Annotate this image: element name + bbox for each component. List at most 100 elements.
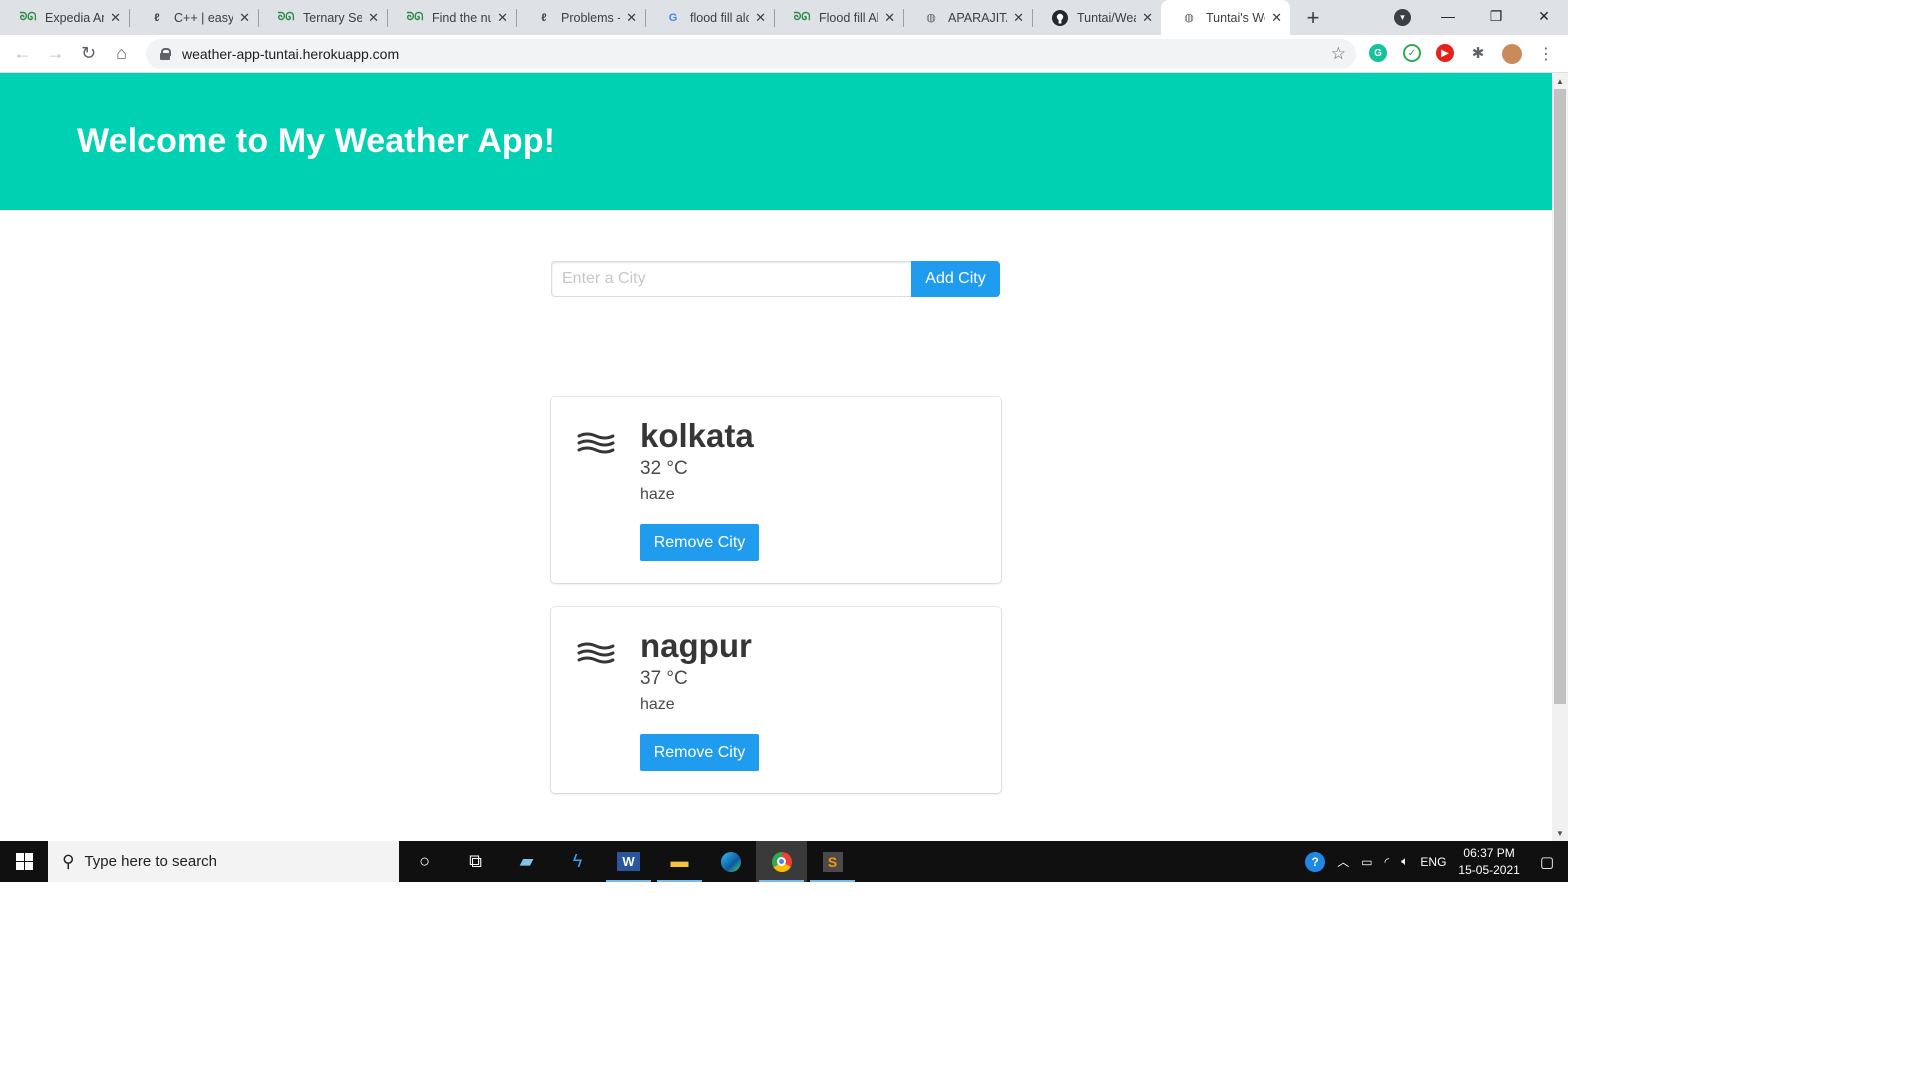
remove-city-button[interactable]: Remove City <box>640 734 759 771</box>
battery-icon[interactable]: ▭ <box>1361 855 1372 869</box>
chrome-browser-icon[interactable] <box>756 841 807 882</box>
browser-tab[interactable]: ℓ C++ | easy ✕ <box>129 0 258 35</box>
close-icon[interactable]: ✕ <box>368 10 379 26</box>
visual-studio-icon[interactable]: ϟ <box>552 841 603 882</box>
city-temperature: 32 °C <box>640 458 688 479</box>
close-icon[interactable]: ✕ <box>1271 10 1282 26</box>
search-icon: ⚲ <box>62 851 75 871</box>
haze-icon <box>577 432 615 454</box>
word-app-icon[interactable]: W <box>603 841 654 882</box>
check-extension-icon[interactable]: ✓ <box>1403 44 1421 62</box>
address-bar[interactable]: weather-app-tuntai.herokuapp.com ☆ <box>146 39 1356 69</box>
youtube-extension-icon[interactable]: ▶ <box>1436 44 1454 62</box>
close-icon[interactable]: ✕ <box>1142 10 1153 26</box>
close-icon[interactable]: ✕ <box>110 10 121 26</box>
taskbar-search-placeholder: Type here to search <box>84 853 218 870</box>
remove-city-button[interactable]: Remove City <box>640 524 759 561</box>
edge-browser-icon[interactable] <box>705 841 756 882</box>
browser-tab[interactable]: ℓ Problems - ✕ <box>516 0 645 35</box>
browser-tab[interactable]: ᘐᘏ Find the nu ✕ <box>387 0 516 35</box>
tab-title: Find the nu <box>432 10 492 25</box>
notepad-app-icon[interactable]: ▰ <box>501 841 552 882</box>
city-temperature: 37 °C <box>640 668 688 689</box>
restore-button[interactable]: ❐ <box>1472 0 1520 32</box>
weather-description: haze <box>640 696 675 713</box>
github-icon <box>1052 9 1068 26</box>
browser-tab[interactable]: ᘐᘏ Expedia Ar ✕ <box>0 0 129 35</box>
page-title: Welcome to My Weather App! <box>77 122 556 160</box>
taskbar-clock[interactable]: 06:37 PM 15-05-2021 <box>1458 845 1519 879</box>
scrollbar-thumb[interactable] <box>1554 89 1566 704</box>
language-indicator[interactable]: ENG <box>1420 855 1446 869</box>
windows-logo-icon <box>15 853 33 870</box>
scroll-down-arrow-icon[interactable]: ▼ <box>1552 825 1568 841</box>
browser-tab[interactable]: Tuntai/Wea ✕ <box>1032 0 1161 35</box>
help-icon[interactable]: ? <box>1305 851 1326 872</box>
new-tab-button[interactable]: + <box>1298 0 1328 35</box>
tab-title: APARAJITA <box>948 10 1007 25</box>
browser-tab[interactable]: ◍ APARAJITA ✕ <box>903 0 1032 35</box>
browser-tab[interactable]: G flood fill alc ✕ <box>645 0 774 35</box>
home-button[interactable]: ⌂ <box>105 39 138 69</box>
window-controls: — ❐ ✕ <box>1424 0 1568 32</box>
back-button[interactable]: ← <box>6 39 39 69</box>
clock-date: 15-05-2021 <box>1458 862 1520 877</box>
browser-tab[interactable]: ᘐᘏ Flood fill Al ✕ <box>774 0 903 35</box>
tab-title: Ternary Sea <box>303 10 363 25</box>
bookmark-star-icon[interactable]: ☆ <box>1331 44 1346 64</box>
tab-title: C++ | easy <box>174 10 234 25</box>
weather-description: haze <box>640 486 675 503</box>
sublime-text-icon[interactable]: S <box>807 841 858 882</box>
volume-icon[interactable]: 🔈︎ <box>1401 854 1408 869</box>
globe-icon: ◍ <box>1184 12 1194 24</box>
cortana-icon[interactable]: ○ <box>399 841 450 882</box>
windows-start-button[interactable] <box>0 841 48 882</box>
city-name: nagpur <box>640 627 752 664</box>
tab-title: Problems - <box>561 10 621 25</box>
url-text: weather-app-tuntai.herokuapp.com <box>182 46 400 62</box>
close-icon[interactable]: ✕ <box>497 10 508 26</box>
page-viewport: Welcome to My Weather App! Add City kolk… <box>0 73 1552 841</box>
notifications-icon[interactable]: ▢ <box>1540 853 1554 871</box>
tab-search-icon[interactable]: ▾ <box>1394 9 1411 26</box>
google-icon: G <box>668 11 678 24</box>
close-icon[interactable]: ✕ <box>239 10 250 26</box>
gfg-icon: ᘐᘏ <box>793 11 811 23</box>
gfg-icon: ᘐᘏ <box>277 11 295 23</box>
browser-tab[interactable]: ᘐᘏ Ternary Sea ✕ <box>258 0 387 35</box>
browser-tab-active[interactable]: ◍ Tuntai's We ✕ <box>1161 0 1290 35</box>
chevron-up-icon[interactable]: ︿ <box>1337 853 1349 870</box>
windows-taskbar: ⚲ Type here to search ○ ⧉ ▰ ϟ W ▬ S ? ︿ … <box>0 841 1568 882</box>
close-icon[interactable]: ✕ <box>755 10 766 26</box>
browser-menu-icon[interactable]: ⋮ <box>1538 44 1554 64</box>
browser-toolbar: ← → ↻ ⌂ weather-app-tuntai.herokuapp.com… <box>0 35 1568 73</box>
clock-time: 06:37 PM <box>1463 845 1515 860</box>
hero-header: Welcome to My Weather App! <box>0 73 1552 210</box>
tab-title: Tuntai's We <box>1206 10 1266 25</box>
close-icon[interactable]: ✕ <box>1013 10 1024 26</box>
wifi-icon[interactable]: ◜ <box>1385 855 1390 869</box>
profile-avatar[interactable] <box>1502 44 1522 64</box>
haze-icon <box>577 642 615 664</box>
close-window-button[interactable]: ✕ <box>1520 0 1568 32</box>
minimize-button[interactable]: — <box>1424 0 1472 32</box>
scroll-up-arrow-icon[interactable]: ▲ <box>1552 73 1568 89</box>
extensions-puzzle-icon[interactable]: ✱ <box>1469 44 1487 62</box>
grammarly-icon[interactable]: G <box>1369 44 1387 62</box>
forward-button[interactable]: → <box>39 39 72 69</box>
tab-strip: ᘐᘏ Expedia Ar ✕ ℓ C++ | easy ✕ ᘐᘏ Ternar… <box>0 0 1568 35</box>
file-explorer-icon[interactable]: ▬ <box>654 841 705 882</box>
add-city-button[interactable]: Add City <box>911 261 1000 297</box>
close-icon[interactable]: ✕ <box>626 10 637 26</box>
tab-title: Expedia Ar <box>45 10 105 25</box>
taskbar-search-box[interactable]: ⚲ Type here to search <box>48 841 399 882</box>
task-view-icon[interactable]: ⧉ <box>450 841 501 882</box>
globe-icon: ◍ <box>926 12 936 24</box>
page-scrollbar[interactable]: ▲ ▼ <box>1552 73 1568 841</box>
city-input[interactable] <box>551 261 911 297</box>
close-icon[interactable]: ✕ <box>884 10 895 26</box>
reload-button[interactable]: ↻ <box>72 39 105 69</box>
tab-title: Flood fill Al <box>819 10 879 25</box>
city-name: kolkata <box>640 417 754 454</box>
tab-title: flood fill alc <box>690 10 750 25</box>
